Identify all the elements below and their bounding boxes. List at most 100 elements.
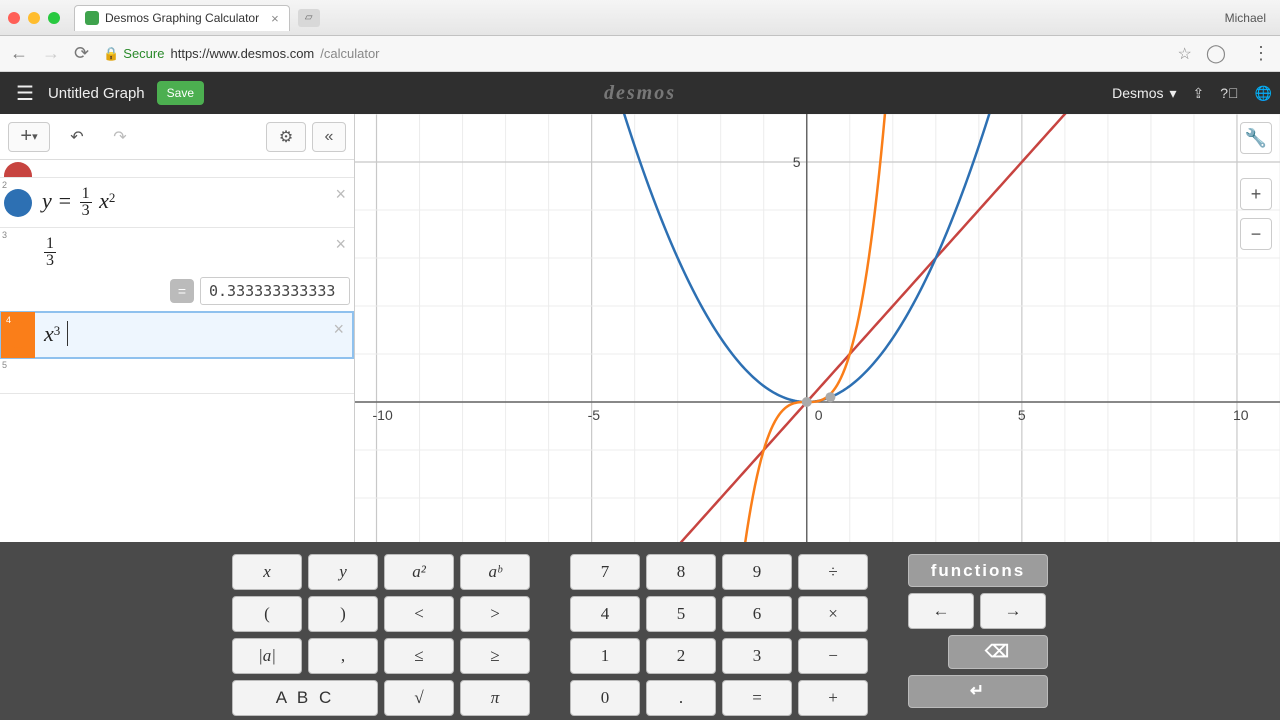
account-menu[interactable]: Desmos ▾ — [1112, 85, 1176, 102]
color-swatch-icon[interactable] — [5, 322, 31, 348]
keypad-group-fn: functions ← → ⌫ ↵ — [908, 554, 1048, 708]
expression-text: 13 — [42, 238, 58, 263]
key-gt[interactable]: > — [460, 596, 530, 632]
expression-row-active[interactable]: 4 × x3 — [0, 311, 354, 359]
expression-row[interactable]: 5 — [0, 358, 354, 394]
menu-icon[interactable]: ☰ — [8, 77, 42, 110]
save-button[interactable]: Save — [157, 81, 204, 105]
keypad-group-digits: 7 8 9 ÷ 4 5 6 × 1 2 3 − 0 . = + — [570, 554, 868, 708]
key-lparen[interactable]: ( — [232, 596, 302, 632]
key-y[interactable]: y — [308, 554, 378, 590]
key-0[interactable]: 0 — [570, 680, 640, 716]
key-dot[interactable]: . — [646, 680, 716, 716]
expression-toolbar: +▾ ↶ ↷ ⚙ « — [0, 114, 354, 160]
add-expression-button[interactable]: +▾ — [8, 122, 50, 152]
equals-icon: = — [170, 279, 194, 303]
key-eq[interactable]: = — [722, 680, 792, 716]
key-9[interactable]: 9 — [722, 554, 792, 590]
svg-text:5: 5 — [793, 154, 801, 170]
eval-value: 0.333333333333 — [200, 277, 350, 305]
delete-row-icon[interactable]: × — [333, 319, 344, 340]
expression-text: x3 — [44, 321, 68, 346]
key-power[interactable]: aᵇ — [460, 554, 530, 590]
secure-badge: 🔒 Secure — [103, 46, 164, 62]
key-plus[interactable]: + — [798, 680, 868, 716]
key-ge[interactable]: ≥ — [460, 638, 530, 674]
redo-button[interactable]: ↷ — [104, 122, 136, 152]
row-index: 3 — [2, 230, 7, 240]
key-abs[interactable]: |a| — [232, 638, 302, 674]
key-pi[interactable]: π — [460, 680, 530, 716]
close-window-icon[interactable] — [8, 12, 20, 24]
minimize-window-icon[interactable] — [28, 12, 40, 24]
key-2[interactable]: 2 — [646, 638, 716, 674]
maximize-window-icon[interactable] — [48, 12, 60, 24]
key-5[interactable]: 5 — [646, 596, 716, 632]
key-enter[interactable]: ↵ — [908, 675, 1048, 708]
color-swatch-icon[interactable] — [4, 189, 32, 217]
app-header: ☰ Untitled Graph Save desmos Desmos ▾ ⇪ … — [0, 72, 1280, 114]
browser-tabstrip: Desmos Graphing Calculator × ▱ Michael — [0, 0, 1280, 36]
key-comma[interactable]: , — [308, 638, 378, 674]
back-button[interactable]: ← — [10, 43, 28, 64]
key-backspace[interactable]: ⌫ — [948, 635, 1048, 668]
key-8[interactable]: 8 — [646, 554, 716, 590]
key-1[interactable]: 1 — [570, 638, 640, 674]
key-left[interactable]: ← — [908, 593, 974, 629]
settings-button[interactable]: ⚙ — [266, 122, 306, 152]
key-rparen[interactable]: ) — [308, 596, 378, 632]
favicon-icon — [85, 11, 99, 25]
url-host: https://www.desmos.com — [170, 46, 314, 61]
globe-icon[interactable]: 🌐 — [1255, 85, 1272, 102]
browser-user[interactable]: Michael — [1219, 9, 1272, 27]
expression-row[interactable] — [0, 160, 354, 178]
key-right[interactable]: → — [980, 593, 1046, 629]
key-7[interactable]: 7 — [570, 554, 640, 590]
key-6[interactable]: 6 — [722, 596, 792, 632]
key-3[interactable]: 3 — [722, 638, 792, 674]
chevron-down-icon: ▾ — [1170, 85, 1177, 102]
secure-label: Secure — [123, 46, 164, 61]
address-bar[interactable]: 🔒 Secure https://www.desmos.com/calculat… — [103, 44, 1192, 64]
share-icon[interactable]: ⇪ — [1193, 85, 1205, 102]
key-square[interactable]: a² — [384, 554, 454, 590]
key-abc[interactable]: A B C — [232, 680, 378, 716]
tab-close-icon[interactable]: × — [271, 11, 279, 26]
new-tab-button[interactable]: ▱ — [298, 9, 320, 27]
color-swatch-icon[interactable] — [4, 162, 32, 178]
key-functions[interactable]: functions — [908, 554, 1048, 587]
graph-svg: -10-505105 — [355, 114, 1280, 546]
extension-icon[interactable]: ◯ — [1206, 43, 1226, 64]
browser-menu-icon[interactable]: ⋮ — [1252, 43, 1270, 64]
zoom-in-button[interactable]: + — [1240, 178, 1272, 210]
reload-button[interactable]: ⟳ — [74, 43, 89, 64]
browser-toolbar: ← → ⟳ 🔒 Secure https://www.desmos.com/ca… — [0, 36, 1280, 72]
graph-settings-button[interactable]: 🔧 — [1240, 122, 1272, 154]
expression-row[interactable]: 3 × 13 = 0.333333333333 — [0, 228, 354, 312]
key-x[interactable]: x — [232, 554, 302, 590]
undo-button[interactable]: ↶ — [56, 122, 98, 152]
svg-text:0: 0 — [815, 407, 823, 423]
collapse-panel-button[interactable]: « — [312, 122, 346, 152]
delete-row-icon[interactable]: × — [335, 184, 346, 205]
browser-tab[interactable]: Desmos Graphing Calculator × — [74, 5, 290, 31]
key-mul[interactable]: × — [798, 596, 868, 632]
key-le[interactable]: ≤ — [384, 638, 454, 674]
forward-button[interactable]: → — [42, 43, 60, 64]
key-minus[interactable]: − — [798, 638, 868, 674]
tab-title: Desmos Graphing Calculator — [105, 11, 259, 25]
row-index: 4 — [6, 315, 11, 325]
key-4[interactable]: 4 — [570, 596, 640, 632]
expression-row[interactable]: 2 × y = 13 x2 — [0, 178, 354, 228]
key-div[interactable]: ÷ — [798, 554, 868, 590]
key-sqrt[interactable]: √ — [384, 680, 454, 716]
expression-output: = 0.333333333333 — [170, 277, 350, 305]
zoom-out-button[interactable]: − — [1240, 218, 1272, 250]
bookmark-star-icon[interactable]: ☆ — [1178, 44, 1192, 64]
help-icon[interactable]: ?⃝ — [1220, 85, 1238, 101]
graph-title[interactable]: Untitled Graph — [48, 85, 145, 102]
delete-row-icon[interactable]: × — [335, 234, 346, 255]
key-lt[interactable]: < — [384, 596, 454, 632]
svg-text:10: 10 — [1233, 407, 1249, 423]
keypad-group-vars: x y a² aᵇ ( ) < > |a| , ≤ ≥ A B C √ π — [232, 554, 530, 708]
